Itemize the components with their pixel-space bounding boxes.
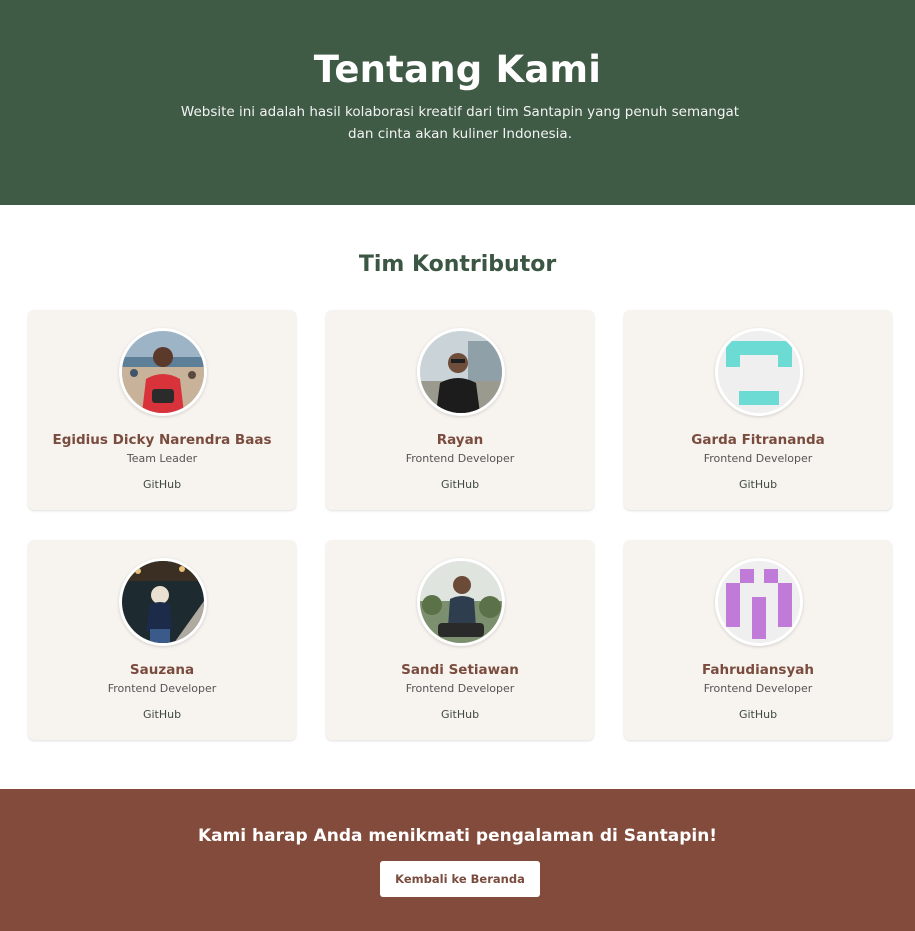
- avatar: [119, 328, 207, 416]
- member-role: Frontend Developer: [703, 682, 813, 695]
- avatar-photo-icon: [122, 561, 204, 643]
- avatar-photo-icon: [122, 331, 204, 413]
- team-member-card: Rayan Frontend Developer GitHub: [326, 310, 594, 510]
- member-name: Sandi Setiawan: [401, 662, 519, 678]
- team-member-card: Sauzana Frontend Developer GitHub: [28, 540, 296, 740]
- avatar-photo-icon: [420, 561, 502, 643]
- github-link[interactable]: GitHub: [326, 478, 594, 491]
- avatar-photo-icon: [420, 331, 502, 413]
- avatar: [715, 328, 803, 416]
- avatar: [417, 328, 505, 416]
- page-title: Tentang Kami: [313, 48, 602, 91]
- footer-message: Kami harap Anda menikmati pengalaman di …: [197, 826, 718, 846]
- identicon-icon: [718, 561, 800, 643]
- hero-subtitle: Website ini adalah hasil kolaborasi krea…: [180, 104, 740, 142]
- team-section-title: Tim Kontributor: [358, 252, 557, 277]
- team-member-card: Garda Fitrananda Frontend Developer GitH…: [624, 310, 892, 510]
- member-name: Sauzana: [129, 662, 195, 678]
- avatar: [119, 558, 207, 646]
- member-role: Team Leader: [126, 452, 198, 465]
- avatar: [417, 558, 505, 646]
- github-link[interactable]: GitHub: [28, 708, 296, 721]
- member-role: Frontend Developer: [405, 682, 515, 695]
- avatar: [715, 558, 803, 646]
- member-role: Frontend Developer: [405, 452, 515, 465]
- github-link[interactable]: GitHub: [624, 478, 892, 491]
- footer-banner: Kami harap Anda menikmati pengalaman di …: [0, 789, 915, 931]
- hero-banner: Tentang Kami Website ini adalah hasil ko…: [0, 0, 915, 205]
- member-name: Egidius Dicky Narendra Baas: [52, 432, 272, 448]
- member-role: Frontend Developer: [703, 452, 813, 465]
- team-member-card: Fahrudiansyah Frontend Developer GitHub: [624, 540, 892, 740]
- github-link[interactable]: GitHub: [28, 478, 296, 491]
- identicon-icon: [718, 331, 800, 413]
- member-name: Rayan: [436, 432, 484, 448]
- github-link[interactable]: GitHub: [624, 708, 892, 721]
- member-role: Frontend Developer: [107, 682, 217, 695]
- team-member-card: Sandi Setiawan Frontend Developer GitHub: [326, 540, 594, 740]
- github-link[interactable]: GitHub: [326, 708, 594, 721]
- team-member-card: Egidius Dicky Narendra Baas Team Leader …: [28, 310, 296, 510]
- member-name: Fahrudiansyah: [702, 662, 814, 678]
- member-name: Garda Fitrananda: [691, 432, 825, 448]
- back-to-home-button[interactable]: Kembali ke Beranda: [380, 861, 540, 897]
